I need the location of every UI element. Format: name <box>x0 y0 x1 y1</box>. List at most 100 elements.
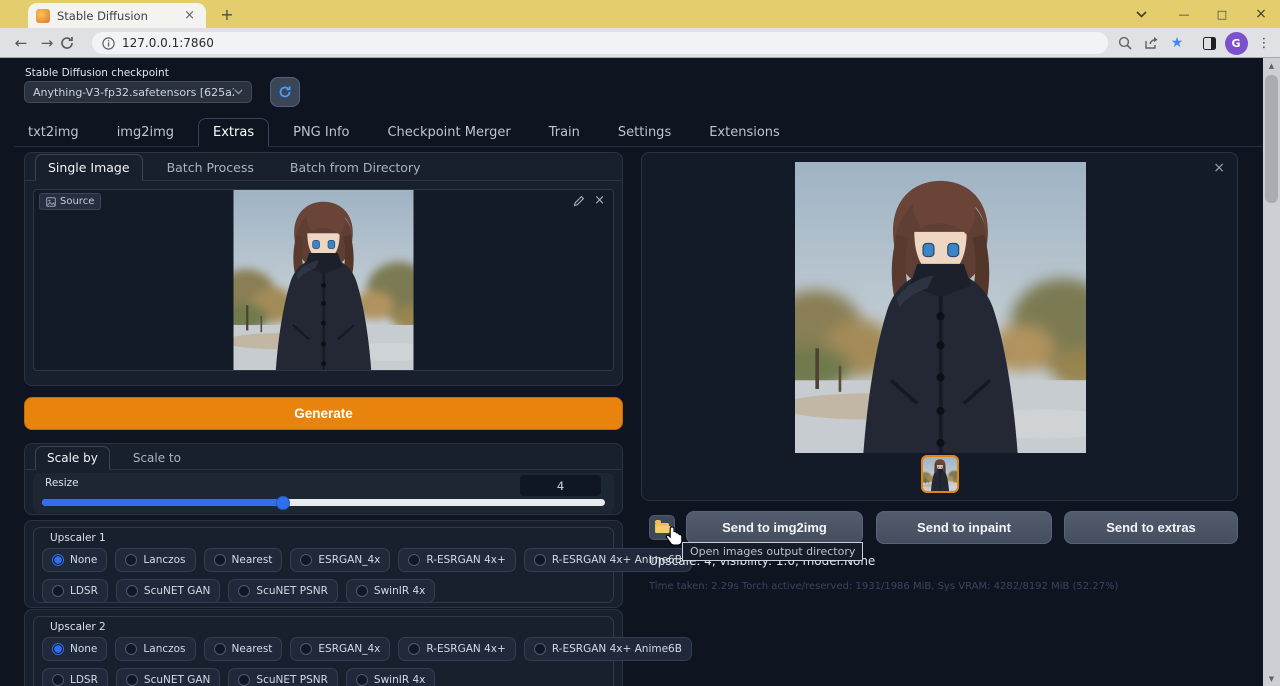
radio-icon <box>408 554 420 566</box>
upscaler2-option-resrgan4x[interactable]: R-ESRGAN 4x+ <box>398 637 515 661</box>
upscaler2-option-nearest[interactable]: Nearest <box>204 637 283 661</box>
thumbnail-image <box>923 457 957 491</box>
address-bar[interactable]: 127.0.0.1:7860 <box>92 32 1108 54</box>
upscaler1-option-resrgan4x[interactable]: R-ESRGAN 4x+ <box>398 548 515 572</box>
tab-close-icon[interactable]: × <box>181 8 198 23</box>
upscaler1-option-scunet-gan[interactable]: ScuNET GAN <box>116 579 221 603</box>
clear-image-icon[interactable]: × <box>594 194 605 207</box>
radio-icon <box>534 643 546 655</box>
upscaler2-fieldset: Upscaler 2 None Lanczos Nearest ESRGAN_4… <box>33 616 614 686</box>
radio-icon <box>214 643 226 655</box>
forward-button[interactable]: → <box>34 34 60 52</box>
window-close-button[interactable]: × <box>1244 0 1278 28</box>
tab-checkpoint-merger[interactable]: Checkpoint Merger <box>373 119 524 146</box>
upscaler2-option-resrgan-anime6b[interactable]: R-ESRGAN 4x+ Anime6B <box>524 637 692 661</box>
tab-single-image[interactable]: Single Image <box>35 154 143 181</box>
send-to-extras-button[interactable]: Send to extras <box>1064 511 1238 544</box>
resize-control: Resize 4 <box>33 473 614 513</box>
refresh-icon <box>278 85 292 99</box>
send-to-img2img-button[interactable]: Send to img2img <box>686 511 863 544</box>
upscaler1-block: Upscaler 1 None Lanczos Nearest ESRGAN_4… <box>24 520 623 608</box>
tab-txt2img[interactable]: txt2img <box>14 119 93 146</box>
radio-icon <box>214 554 226 566</box>
page-scrollbar[interactable]: ▲ ▼ <box>1263 58 1280 686</box>
scrollbar-up-icon[interactable]: ▲ <box>1263 58 1280 73</box>
tab-extras[interactable]: Extras <box>198 118 269 147</box>
result-image[interactable] <box>795 161 1086 454</box>
new-tab-button[interactable]: + <box>216 4 238 26</box>
upscaler2-option-esrgan4x[interactable]: ESRGAN_4x <box>290 637 390 661</box>
upscaler2-label: Upscaler 2 <box>50 621 106 633</box>
chevron-down-icon <box>234 89 243 95</box>
upscaler2-option-none[interactable]: None <box>42 637 107 661</box>
site-info-icon[interactable] <box>102 37 115 50</box>
tab-img2img[interactable]: img2img <box>103 119 188 146</box>
side-panel-icon[interactable] <box>1196 28 1222 58</box>
scrollbar-down-icon[interactable]: ▼ <box>1263 671 1280 686</box>
upscaler1-option-swinir4x[interactable]: SwinIR 4x <box>346 579 435 603</box>
checkpoint-dropdown[interactable]: Anything-V3-fp32.safetensors [625a2ba2] <box>24 81 252 103</box>
radio-icon <box>126 674 138 686</box>
upscaler2-option-scunet-gan[interactable]: ScuNET GAN <box>116 668 221 686</box>
upscaler2-block: Upscaler 2 None Lanczos Nearest ESRGAN_4… <box>24 609 623 686</box>
refresh-checkpoints-button[interactable] <box>270 77 300 107</box>
radio-icon <box>300 643 312 655</box>
window-maximize-button[interactable]: □ <box>1206 0 1238 28</box>
upscaler1-option-lanczos[interactable]: Lanczos <box>115 548 195 572</box>
scrollbar-thumb[interactable] <box>1265 75 1278 203</box>
send-to-inpaint-button[interactable]: Send to inpaint <box>876 511 1052 544</box>
webui-page: Stable Diffusion checkpoint Anything-V3-… <box>0 58 1280 686</box>
back-button[interactable]: ← <box>8 34 34 52</box>
tab-train[interactable]: Train <box>535 119 594 146</box>
edit-pencil-icon[interactable] <box>573 195 585 207</box>
window-minimize-button[interactable]: — <box>1168 0 1200 28</box>
upscaler1-option-ldsr[interactable]: LDSR <box>42 579 108 603</box>
tab-scale-by[interactable]: Scale by <box>35 446 110 470</box>
tab-batch-from-directory[interactable]: Batch from Directory <box>278 155 433 180</box>
tab-scale-to[interactable]: Scale to <box>122 447 192 469</box>
tab-search-chevron-icon[interactable] <box>1126 0 1156 28</box>
tab-png-info[interactable]: PNG Info <box>279 119 363 146</box>
upscaler2-option-ldsr[interactable]: LDSR <box>42 668 108 686</box>
share-icon[interactable] <box>1138 28 1164 58</box>
url-text: 127.0.0.1:7860 <box>122 36 214 50</box>
checkpoint-label: Stable Diffusion checkpoint <box>25 67 169 79</box>
browser-menu-icon[interactable]: ⋮ <box>1252 28 1276 58</box>
upscaler2-option-lanczos[interactable]: Lanczos <box>115 637 195 661</box>
upscaler1-option-none[interactable]: None <box>42 548 107 572</box>
radio-icon <box>534 554 546 566</box>
upscaler2-option-swinir4x[interactable]: SwinIR 4x <box>346 668 435 686</box>
scale-tabs: Scale by Scale to <box>25 444 622 470</box>
radio-icon <box>126 585 138 597</box>
tab-batch-process[interactable]: Batch Process <box>155 155 266 180</box>
reload-button[interactable] <box>60 36 86 50</box>
bookmark-star-icon[interactable]: ★ <box>1164 28 1190 58</box>
upscaler2-option-scunet-psnr[interactable]: ScuNET PSNR <box>228 668 337 686</box>
radio-icon <box>408 643 420 655</box>
avatar[interactable]: G <box>1222 28 1250 58</box>
radio-icon <box>52 643 64 655</box>
result-thumbnail[interactable] <box>921 455 959 493</box>
gallery-close-icon[interactable]: × <box>1213 160 1225 176</box>
radio-icon <box>125 643 137 655</box>
upscaler1-option-esrgan4x[interactable]: ESRGAN_4x <box>290 548 390 572</box>
browser-tab[interactable]: Stable Diffusion × <box>28 3 206 28</box>
slider-thumb[interactable] <box>276 496 290 510</box>
tab-extensions[interactable]: Extensions <box>695 119 794 146</box>
resize-slider[interactable] <box>42 499 605 506</box>
tooltip: Open images output directory <box>682 542 863 561</box>
resize-value-input[interactable]: 4 <box>520 475 601 496</box>
upscaler1-option-scunet-psnr[interactable]: ScuNET PSNR <box>228 579 337 603</box>
resize-label: Resize <box>45 477 79 489</box>
generate-button[interactable]: Generate <box>24 397 623 430</box>
source-image-dropzone[interactable]: Source × <box>33 189 614 371</box>
source-chip: Source <box>39 193 101 210</box>
tab-settings[interactable]: Settings <box>604 119 685 146</box>
zoom-icon[interactable] <box>1112 28 1138 58</box>
tab-title: Stable Diffusion <box>57 9 181 23</box>
upscaler1-option-nearest[interactable]: Nearest <box>204 548 283 572</box>
result-gallery: × <box>641 152 1238 501</box>
slider-fill <box>42 499 283 506</box>
checkpoint-value: Anything-V3-fp32.safetensors [625a2ba2] <box>33 86 234 99</box>
upscaler1-fieldset: Upscaler 1 None Lanczos Nearest ESRGAN_4… <box>33 527 614 603</box>
